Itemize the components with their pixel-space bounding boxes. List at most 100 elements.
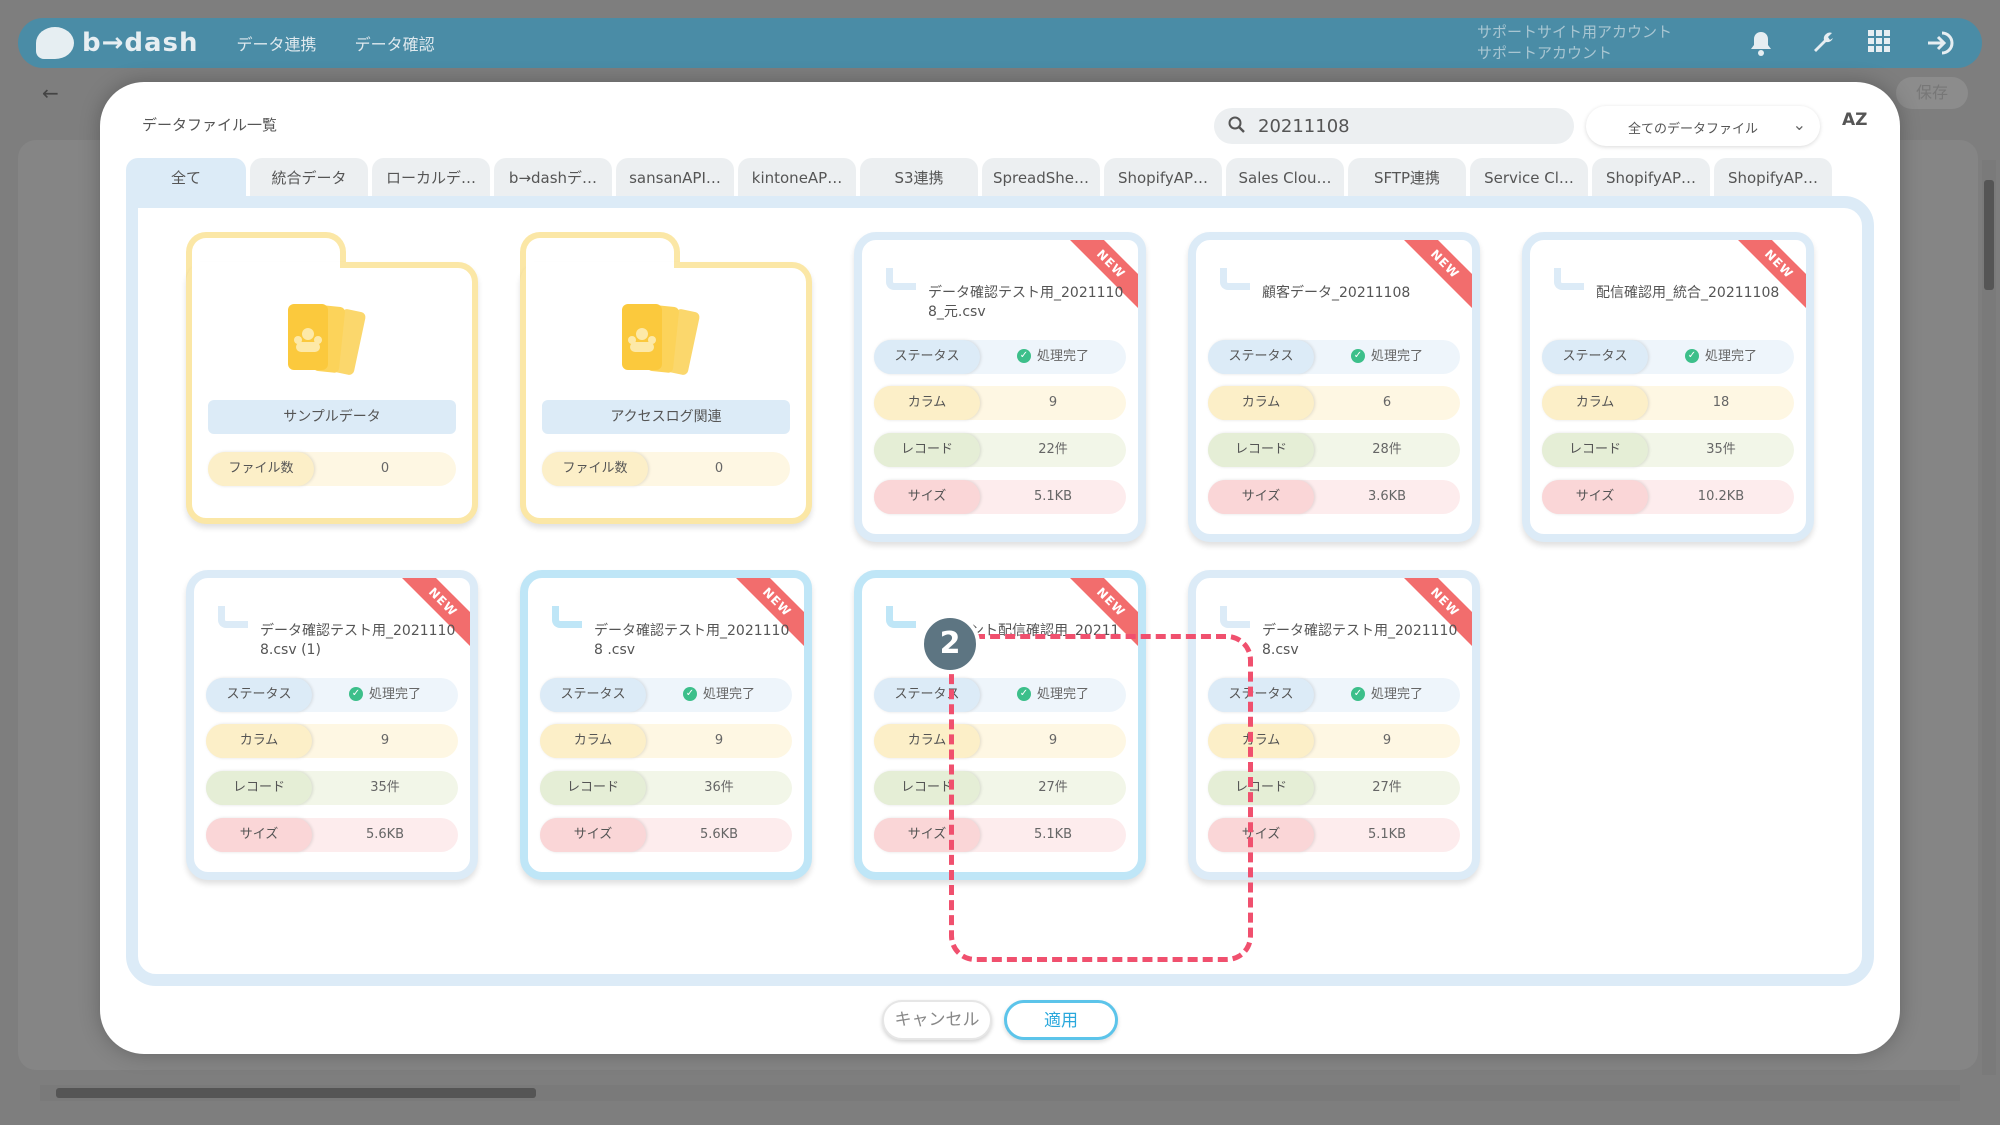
file-corner-icon [552,606,582,628]
back-arrow-icon[interactable]: ← [42,81,59,105]
file-card[interactable]: NEW データ確認テスト用_20211108_元.csv ステータス ✓ 処理完了 … [854,232,1146,542]
status-text: 処理完了 [368,687,421,702]
sort-az-icon[interactable]: AZ [1842,110,1867,130]
status-label: ステータス [540,678,646,712]
folder-tab-cover [526,262,674,288]
file-name: データ確認テスト用_20211108.csv (1) [260,623,456,658]
file-card[interactable]: NEW 顧客データ_20211108 ステータス ✓ 処理完了 カラム 6 レコード 2… [1188,232,1480,542]
wrench-icon[interactable] [1810,30,1836,56]
size-row: サイズ 10.2KB [1542,480,1794,514]
tab-sales-cloud[interactable]: Sales Clou… [1226,158,1344,198]
tab-shopify-api-1[interactable]: ShopifyAP… [1104,158,1222,198]
bell-icon[interactable] [1748,30,1774,56]
tab-shopify-api-2[interactable]: ShopifyAP… [1592,158,1710,198]
apply-button[interactable]: 適用 [1004,1000,1118,1040]
filter-selected-value: 全てのデータファイル [1628,122,1759,137]
tab-bdash-data[interactable]: b→dashデ… [494,158,612,198]
file-card[interactable]: NEW データ確認テスト用_20211108.csv (1) ステータス ✓ 処理完… [186,570,478,880]
status-row: ステータス ✓ 処理完了 [1208,340,1460,374]
file-name: 顧客データ_20211108 [1262,285,1411,301]
file-corner-icon [1220,268,1250,290]
columns-label: カラム [206,724,312,758]
tab-all[interactable]: 全て [126,158,246,198]
file-corner-icon [886,268,916,290]
file-corner-icon [1554,268,1584,290]
status-label: ステータス [206,678,312,712]
logo-text: b→dash [82,28,199,58]
columns-value: 9 [1048,395,1058,410]
status-row: ステータス ✓ 処理完了 [874,340,1126,374]
nav-item-data-integration[interactable]: データ連携 [237,31,317,55]
account-name: サポートアカウント [1476,44,1612,62]
columns-value: 9 [714,733,724,748]
status-value: ✓ 処理完了 [1314,678,1460,712]
check-circle-icon: ✓ [348,686,363,701]
records-value: 35件 [370,780,400,795]
cancel-button[interactable]: キャンセル [882,1000,992,1040]
save-button[interactable]: 保存 [1896,77,1968,109]
account-info[interactable]: サポートサイト用アカウント サポートアカウント [1477,22,1672,64]
folder-file-count-row: ファイル数 0 [542,452,790,486]
columns-value: 18 [1712,395,1730,410]
file-card[interactable]: NEW 配信確認用_統合_20211108 ステータス ✓ 処理完了 カラム 18 レ… [1522,232,1814,542]
selection-highlight-dashed [949,634,1253,962]
vertical-scrollbar[interactable] [1982,160,1996,1075]
columns-row: カラム 9 [206,724,458,758]
tab-spreadsheet[interactable]: SpreadShe… [982,158,1100,198]
status-text: 処理完了 [1370,687,1423,702]
columns-value: 9 [1382,733,1392,748]
size-value: 5.1KB [1033,489,1073,504]
status-row: ステータス ✓ 処理完了 [206,678,458,712]
horizontal-scrollbar-thumb[interactable] [56,1088,536,1098]
records-label: レコード [540,771,646,805]
records-value: 35件 [1706,442,1736,457]
folder-card[interactable]: アクセスログ関連 ファイル数 0 [520,232,812,524]
columns-label: カラム [874,386,980,420]
records-value: 27件 [1372,780,1402,795]
file-corner-icon [218,606,248,628]
records-label: レコード [1542,433,1648,467]
columns-row: カラム 9 [874,386,1126,420]
tab-sftp[interactable]: SFTP連携 [1348,158,1466,198]
size-label: サイズ [1208,480,1314,514]
data-file-list-modal: データファイル一覧 全てのデータファイル ⌄ AZ 全て 統合データ ローカルデ… [100,82,1900,1054]
logo-bubble-icon [36,27,74,59]
columns-row: カラム 18 [1542,386,1794,420]
grid-apps-icon[interactable] [1866,30,1892,56]
app-logo[interactable]: b→dash [36,27,199,59]
tab-service-cloud[interactable]: Service Cl… [1470,158,1588,198]
vertical-scrollbar-thumb[interactable] [1984,180,1994,290]
records-value: 22件 [1038,442,1068,457]
columns-label: カラム [540,724,646,758]
tab-sansan-api[interactable]: sansanAPI… [616,158,734,198]
search-input[interactable] [1258,112,1558,140]
file-card-selected[interactable]: NEW データ確認テスト用_20211108 .csv ステータス ✓ 処理完了 カ… [520,570,812,880]
tab-s3[interactable]: S3連携 [860,158,978,198]
status-row: ステータス ✓ 処理完了 [1542,340,1794,374]
size-value: 5.6KB [365,827,405,842]
file-type-filter-select[interactable]: 全てのデータファイル ⌄ [1586,106,1820,146]
tab-local-data[interactable]: ローカルデ… [372,158,490,198]
size-label: サイズ [206,818,312,852]
folder-card[interactable]: サンプルデータ ファイル数 0 [186,232,478,524]
folder-file-count-row: ファイル数 0 [208,452,456,486]
file-name: データ確認テスト用_20211108 .csv [594,623,790,658]
nav-item-data-check[interactable]: データ確認 [355,31,435,55]
tab-kintone-api[interactable]: kintoneAP… [738,158,856,198]
tab-shopify-api-3[interactable]: ShopifyAP… [1714,158,1832,198]
records-label: レコード [1208,433,1314,467]
file-corner-icon [886,606,916,628]
status-value: ✓ 処理完了 [1648,340,1794,374]
size-label: サイズ [1542,480,1648,514]
status-label: ステータス [1208,340,1314,374]
search-icon [1228,116,1245,133]
account-site-name: サポートサイト用アカウント [1476,23,1672,41]
tab-integrated-data[interactable]: 統合データ [250,158,368,198]
status-text: 処理完了 [702,687,755,702]
search-box[interactable] [1214,108,1574,144]
file-name: 配信確認用_統合_20211108 [1596,285,1780,301]
status-row: ステータス ✓ 処理完了 [540,678,792,712]
columns-value: 6 [1382,395,1392,410]
file-count-value: 0 [380,461,390,476]
logout-icon[interactable] [1926,30,1954,56]
